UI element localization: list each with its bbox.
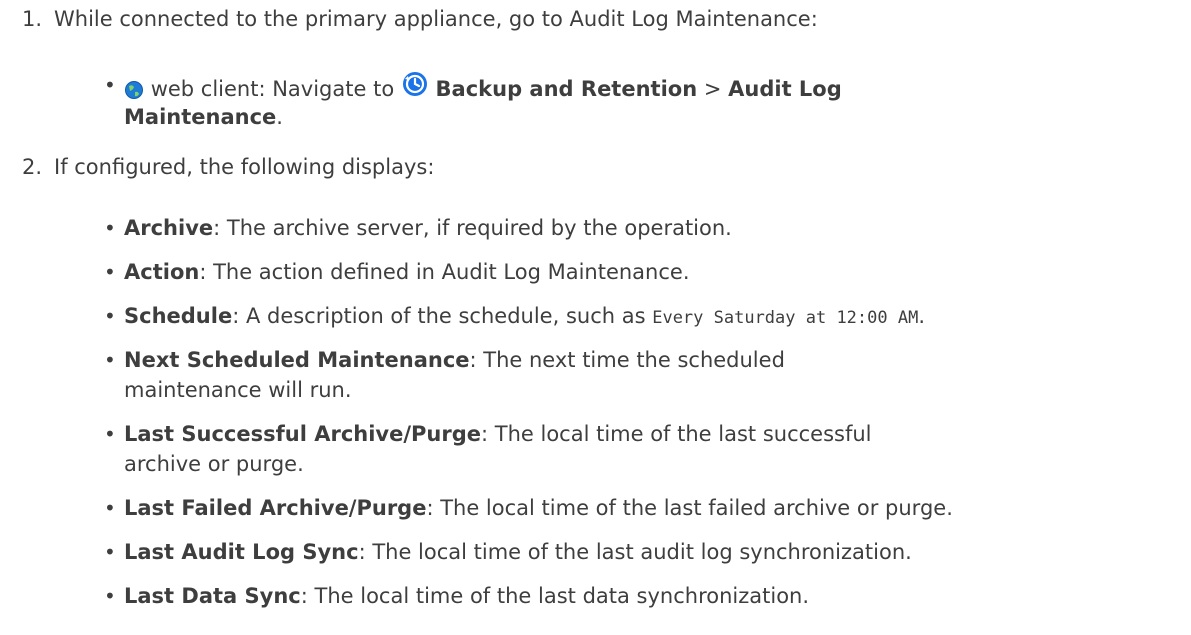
item-desc: : The next time the scheduled xyxy=(469,348,785,372)
item-term: Schedule xyxy=(124,304,233,328)
bullet: • xyxy=(104,540,116,564)
item-term: Archive xyxy=(124,216,214,240)
step-1: 1. While connected to the primary applian… xyxy=(0,4,818,34)
list-item: • Last Successful Archive/Purge: The loc… xyxy=(104,419,872,449)
item-code: Every Saturday at 12:00 AM xyxy=(652,308,919,328)
item-term: Last Audit Log Sync xyxy=(124,540,359,564)
item-term: Next Scheduled Maintenance xyxy=(124,348,470,372)
backup-retention-icon xyxy=(401,70,429,106)
step-number: 2. xyxy=(21,155,42,179)
item-end: . xyxy=(918,304,926,328)
nav-maintenance: Maintenance xyxy=(124,105,277,129)
item-desc-2: archive or purge. xyxy=(124,452,304,476)
list-item: • Schedule: A description of the schedul… xyxy=(104,301,926,333)
list-item: • Last Data Sync: The local time of the … xyxy=(104,581,810,611)
list-item: • Action: The action defined in Audit Lo… xyxy=(104,257,690,287)
list-item: • Archive: The archive server, if requir… xyxy=(104,213,732,243)
bullet: • xyxy=(104,73,116,97)
item-desc: : The action defined in Audit Log Mainte… xyxy=(199,260,690,284)
item-term: Last Successful Archive/Purge xyxy=(124,422,481,446)
nav-backup-retention: Backup and Retention xyxy=(435,77,698,101)
bullet: • xyxy=(104,584,116,608)
item-desc: : The archive server, if required by the… xyxy=(213,216,732,240)
step-number: 1. xyxy=(21,7,42,31)
step-text: If configured, the following displays: xyxy=(54,155,435,179)
item-desc-2: maintenance will run. xyxy=(124,378,352,402)
nav-separator: > xyxy=(703,77,722,101)
client-label: web client: Navigate to xyxy=(150,77,395,101)
bullet: • xyxy=(104,260,116,284)
item-desc: : A description of the schedule, such as xyxy=(232,304,653,328)
web-client-instruction-line2: Maintenance. xyxy=(124,102,283,132)
item-desc: : The local time of the last successful xyxy=(481,422,872,446)
bullet: • xyxy=(104,348,116,372)
bullet: • xyxy=(104,304,116,328)
nav-audit-log: Audit Log xyxy=(728,77,842,101)
list-item: • Last Failed Archive/Purge: The local t… xyxy=(104,493,953,523)
list-item-continuation: maintenance will run. xyxy=(124,375,352,405)
list-item-continuation: archive or purge. xyxy=(124,449,304,479)
nav-end: . xyxy=(276,105,283,129)
bullet: • xyxy=(104,422,116,446)
list-item: • Last Audit Log Sync: The local time of… xyxy=(104,537,912,567)
step-2: 2. If configured, the following displays: xyxy=(0,152,434,182)
bullet: • xyxy=(104,216,116,240)
item-desc: : The local time of the last failed arch… xyxy=(426,496,953,520)
bullet: • xyxy=(104,496,116,520)
item-desc: : The local time of the last data synchr… xyxy=(300,584,810,608)
list-item: • Next Scheduled Maintenance: The next t… xyxy=(104,345,785,375)
item-term: Action xyxy=(124,260,200,284)
item-term: Last Data Sync xyxy=(124,584,301,608)
item-desc: : The local time of the last audit log s… xyxy=(358,540,912,564)
step-text: While connected to the primary appliance… xyxy=(54,7,818,31)
item-term: Last Failed Archive/Purge xyxy=(124,496,427,520)
document-page: 1. While connected to the primary applian… xyxy=(0,0,1191,635)
